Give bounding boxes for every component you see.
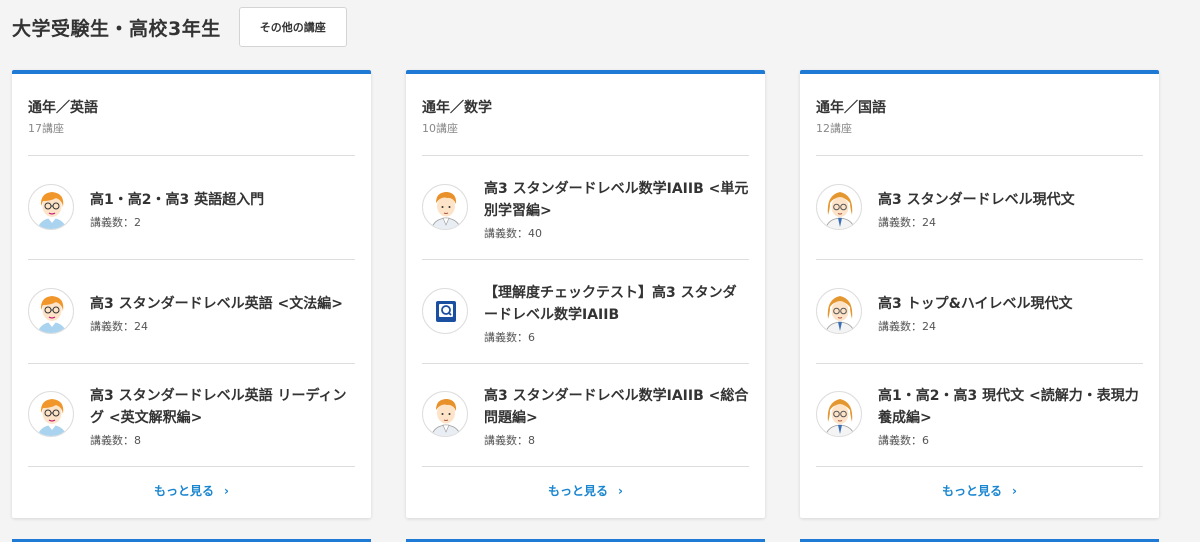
teacher-avatar-icon — [816, 288, 862, 334]
divider — [816, 363, 1143, 364]
other-courses-button[interactable]: その他の講座 — [238, 7, 347, 47]
divider — [816, 466, 1143, 467]
divider — [422, 466, 749, 467]
see-more-label: もっと見る — [154, 484, 215, 498]
card-course-count: 10講座 — [422, 122, 458, 135]
divider — [28, 259, 355, 260]
see-more-label: もっと見る — [942, 484, 1003, 498]
divider — [422, 155, 749, 156]
divider — [422, 363, 749, 364]
divider — [422, 259, 749, 260]
lecture-count: 講義数：40 — [484, 226, 542, 240]
lecture-count: 講義数：8 — [484, 433, 535, 447]
course-title: 高3 スタンダードレベル英語 <文法編> — [90, 295, 343, 312]
chevron-right-icon: › — [224, 484, 229, 498]
divider — [816, 155, 1143, 156]
page-title: 大学受験生・高校3年生 — [12, 17, 221, 40]
course-item[interactable]: 【理解度チェックテスト】高3 スタンダードレベル数学IAIIB 講義数：6 — [422, 263, 749, 363]
divider — [816, 259, 1143, 260]
divider — [28, 466, 355, 467]
see-more-link[interactable]: もっと見る › — [406, 482, 765, 499]
check-test-icon — [422, 288, 468, 334]
teacher-avatar-icon — [816, 391, 862, 437]
card-title: 通年／英語 — [28, 100, 98, 116]
course-title: 高3 スタンダードレベル現代文 — [878, 191, 1075, 208]
chevron-right-icon: › — [618, 484, 623, 498]
course-item[interactable]: 高1・高2・高3 現代文 <読解力・表現力養成編> 講義数：6 — [816, 366, 1143, 466]
course-item[interactable]: 高3 スタンダードレベル数学IAIIB <単元別学習編> 講義数：40 — [422, 159, 749, 259]
card-title: 通年／数学 — [422, 100, 492, 116]
course-item[interactable]: 高3 スタンダードレベル数学IAIIB <総合問題編> 講義数：8 — [422, 366, 749, 466]
course-title: 高1・高2・高3 現代文 <読解力・表現力養成編> — [878, 387, 1139, 426]
see-more-link[interactable]: もっと見る › — [800, 482, 1159, 499]
course-item[interactable]: 高1・高2・高3 英語超入門 講義数：2 — [28, 159, 355, 259]
chevron-right-icon: › — [1012, 484, 1017, 498]
divider — [28, 363, 355, 364]
course-title: 高1・高2・高3 英語超入門 — [90, 191, 265, 208]
course-item[interactable]: 高3 トップ&ハイレベル現代文 講義数：24 — [816, 263, 1143, 363]
course-item[interactable]: 高3 スタンダードレベル英語 <文法編> 講義数：24 — [28, 263, 355, 363]
card-course-count: 17講座 — [28, 122, 64, 135]
teacher-avatar-icon — [28, 391, 74, 437]
course-title: 高3 スタンダードレベル数学IAIIB <総合問題編> — [484, 387, 749, 426]
course-item[interactable]: 高3 スタンダードレベル現代文 講義数：24 — [816, 159, 1143, 259]
card-title: 通年／国語 — [816, 100, 886, 116]
teacher-avatar-icon — [422, 184, 468, 230]
lecture-count: 講義数：24 — [878, 215, 936, 229]
lecture-count: 講義数：2 — [90, 215, 141, 229]
card-course-count: 12講座 — [816, 122, 852, 135]
lecture-count: 講義数：8 — [90, 433, 141, 447]
divider — [28, 155, 355, 156]
lecture-count: 講義数：6 — [878, 433, 929, 447]
lecture-count: 講義数：24 — [90, 319, 148, 333]
course-title: 高3 トップ&ハイレベル現代文 — [878, 295, 1073, 312]
lecture-count: 講義数：6 — [484, 330, 535, 344]
see-more-label: もっと見る — [548, 484, 609, 498]
teacher-avatar-icon — [816, 184, 862, 230]
teacher-avatar-icon — [422, 391, 468, 437]
lecture-count: 講義数：24 — [878, 319, 936, 333]
course-title: 高3 スタンダードレベル英語 リーディング <英文解釈編> — [90, 387, 347, 426]
teacher-avatar-icon — [28, 288, 74, 334]
teacher-avatar-icon — [28, 184, 74, 230]
course-title: 高3 スタンダードレベル数学IAIIB <単元別学習編> — [484, 180, 749, 219]
course-card-math: 通年／数学 10講座 高3 スタンダードレベル数学IAIIB <単元別学習編> … — [406, 70, 765, 518]
course-item[interactable]: 高3 スタンダードレベル英語 リーディング <英文解釈編> 講義数：8 — [28, 366, 355, 466]
course-card-japanese: 通年／国語 12講座 高3 スタンダードレベル現代文 講義数：24 高3 トップ… — [800, 70, 1159, 518]
course-title: 【理解度チェックテスト】高3 スタンダードレベル数学IAIIB — [484, 284, 737, 323]
course-card-english: 通年／英語 17講座 高1・高2・高3 英語超入門 講義数：2 高3 スタンダー… — [12, 70, 371, 518]
see-more-link[interactable]: もっと見る › — [12, 482, 371, 499]
section-header: 大学受験生・高校3年生 その他の講座 — [12, 7, 347, 47]
